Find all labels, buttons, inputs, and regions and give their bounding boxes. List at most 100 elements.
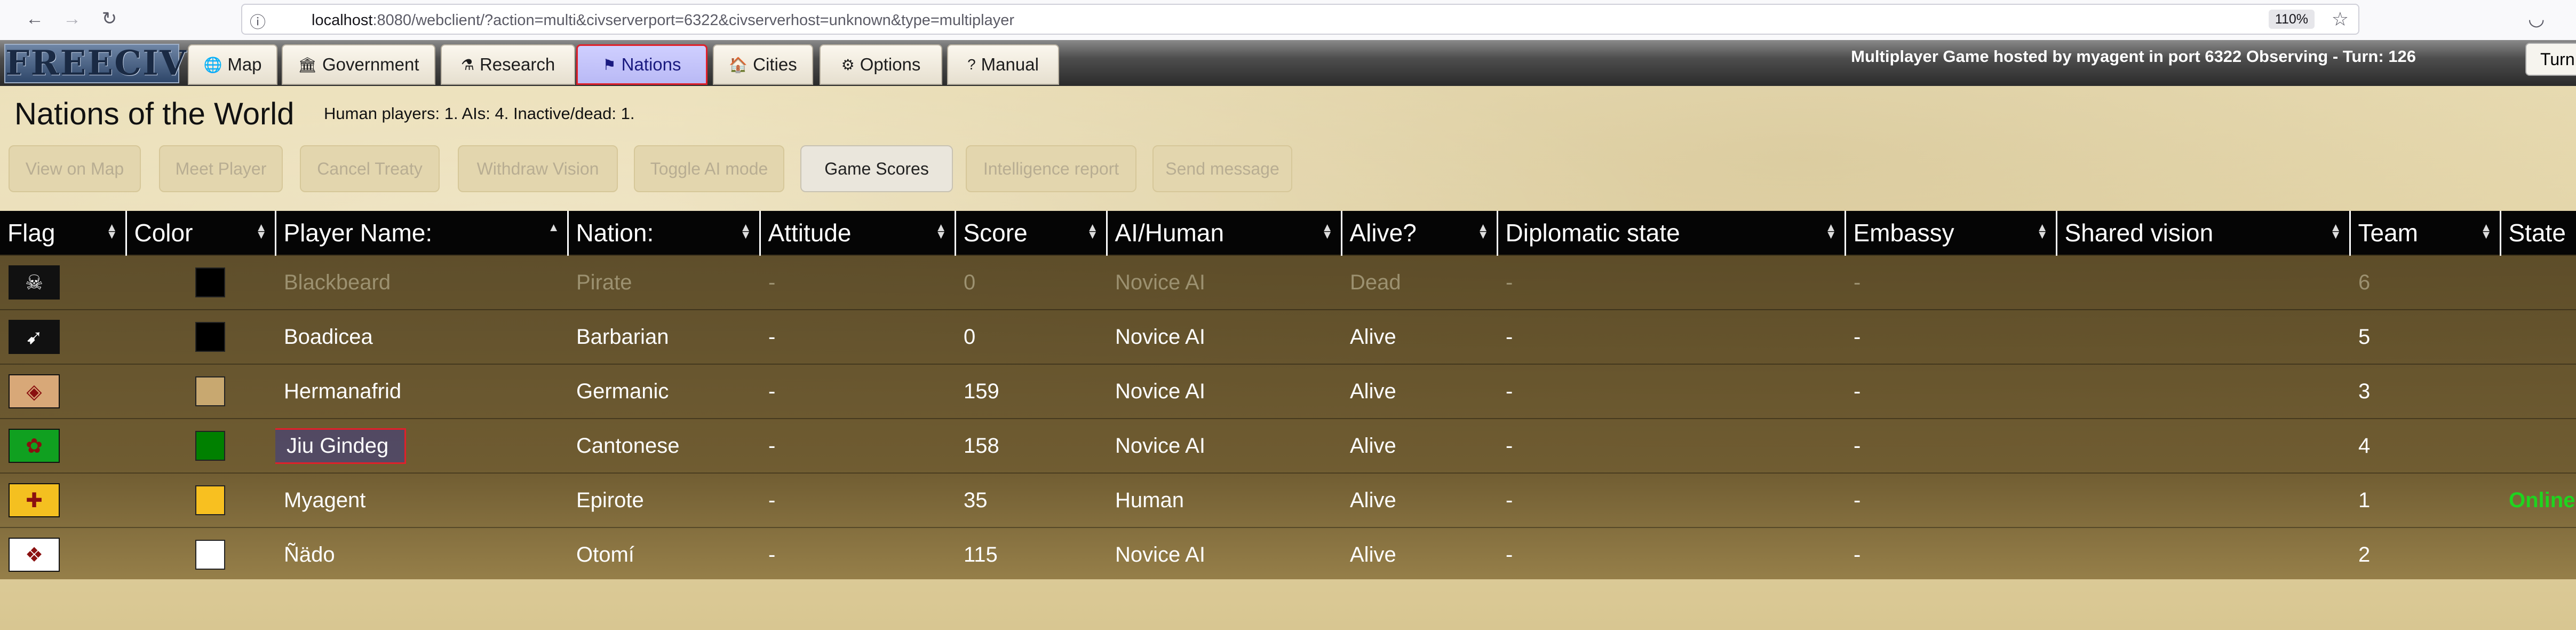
sort-arrows-icon[interactable]: ▲ ▼ — [935, 222, 947, 241]
forward-arrow-icon[interactable]: → — [59, 5, 85, 32]
player-color-swatch — [195, 540, 225, 570]
vision-cell — [2056, 255, 2350, 310]
tab-label: Research — [479, 54, 555, 74]
diplomatic-value: - — [1506, 434, 1513, 458]
pocket-icon[interactable]: ◡ — [2528, 7, 2545, 30]
attitude-value: - — [768, 542, 776, 566]
ai-cell: Novice AI — [1107, 255, 1341, 310]
tab-map[interactable]: 🌐 Map — [188, 44, 277, 85]
attitude-cell: - — [760, 364, 955, 419]
alive-value: Alive — [1350, 325, 1396, 349]
sort-arrows-icon[interactable]: ▲ ▼ — [740, 222, 752, 241]
reload-icon[interactable]: ↻ — [96, 5, 123, 32]
column-header-player-name[interactable]: Player Name: ▲ — [274, 211, 568, 255]
flag-cell: ◈ — [0, 364, 126, 419]
sort-arrows-icon[interactable]: ▲ ▼ — [1322, 222, 1333, 241]
attitude-cell: - — [760, 527, 955, 581]
player-color-swatch — [195, 485, 225, 515]
nation-row[interactable]: ✿ Jiu Gindeg Cantonese - 158 Novice AI Alive - -… — [0, 418, 2576, 473]
nation-cell: Germanic — [568, 364, 760, 419]
nation-row[interactable]: ✚ Myagent Epirote - 35 Human Alive - - 1 Online — [0, 472, 2576, 527]
nation-row[interactable]: ➹ Boadicea Barbarian - 0 Novice AI Alive - - 5 — [0, 309, 2576, 364]
column-header-score[interactable]: Score ▲ ▼ — [954, 211, 1107, 255]
tab-research[interactable]: ⚗ Research — [441, 44, 575, 85]
attitude-cell: - — [760, 418, 955, 473]
player-color-swatch — [195, 322, 225, 352]
nation-row[interactable]: ☠ Blackbeard Pirate - 0 Novice AI Dead - - 6 — [0, 255, 2576, 310]
player-name[interactable]: Jiu Gindeg — [275, 428, 407, 464]
cancel-treaty-button[interactable]: Cancel Treaty — [300, 145, 440, 192]
attitude-cell: - — [760, 255, 955, 310]
column-header-state[interactable]: State — [2499, 211, 2576, 255]
tab-nations[interactable]: ⚑ Nations — [576, 44, 707, 85]
column-header-nation[interactable]: Nation: ▲ ▼ — [567, 211, 760, 255]
diplomatic-cell: - — [1497, 364, 1845, 419]
epirote-flag-icon: ✚ — [9, 483, 60, 517]
attitude-value: - — [768, 325, 776, 349]
color-cell — [126, 472, 275, 527]
bookmark-star-icon[interactable]: ☆ — [2332, 8, 2349, 30]
player-name: Hermanafrid — [284, 379, 402, 403]
embassy-cell: - — [1845, 309, 2056, 364]
team-cell: 5 — [2350, 309, 2500, 364]
sort-arrows-icon[interactable]: ▲ ▼ — [2037, 222, 2048, 241]
tab-cities[interactable]: 🏠 Cities — [713, 44, 813, 85]
address-bar[interactable]: ⓘ localhost:8080/webclient/?action=multi… — [241, 4, 2359, 35]
column-header-flag[interactable]: Flag ▲ ▼ — [0, 211, 126, 255]
alive-value: Dead — [1350, 270, 1401, 294]
nation-row[interactable]: ❖ Ñädo Otomí - 115 Novice AI Alive - - 2 — [0, 527, 2576, 581]
back-arrow-icon[interactable]: ← — [21, 5, 48, 32]
sort-arrows-icon[interactable]: ▲ ▼ — [1477, 222, 1489, 241]
flag-cell: ☠ — [0, 255, 126, 310]
diplomatic-cell: - — [1497, 309, 1845, 364]
column-header-embassy[interactable]: Embassy ▲ ▼ — [1844, 211, 2056, 255]
sort-arrows-icon[interactable]: ▲ ▼ — [2330, 222, 2342, 241]
meet-player-button[interactable]: Meet Player — [159, 145, 283, 192]
turn-done-button[interactable]: Turn — [2525, 43, 2576, 76]
attitude-cell: - — [760, 472, 955, 527]
zoom-level[interactable]: 110% — [2268, 10, 2315, 29]
column-header-label: Shared vision — [2064, 219, 2214, 247]
sort-arrows-icon[interactable]: ▲ ▼ — [1087, 222, 1099, 241]
sort-arrows-icon[interactable]: ▲ ▼ — [256, 222, 267, 241]
player-name: Myagent — [284, 488, 366, 512]
nation-cell: Otomí — [568, 527, 760, 581]
page-info-icon[interactable]: ⓘ — [250, 9, 266, 33]
column-header-alive[interactable]: Alive? ▲ ▼ — [1340, 211, 1497, 255]
flag-cell: ❖ — [0, 527, 126, 581]
sort-arrows-icon[interactable]: ▲ — [548, 222, 560, 233]
team-cell: 3 — [2350, 364, 2500, 419]
game-scores-button[interactable]: Game Scores — [800, 145, 953, 192]
column-header-shared-vision[interactable]: Shared vision ▲ ▼ — [2055, 211, 2350, 255]
toggle-ai-mode-button[interactable]: Toggle AI mode — [634, 145, 784, 192]
ai-cell: Novice AI — [1107, 527, 1341, 581]
tab-manual[interactable]: ? Manual — [947, 44, 1059, 85]
name-cell: Jiu Gindeg — [275, 418, 568, 473]
view-on-map-button[interactable]: View on Map — [9, 145, 141, 192]
government-icon: 🏛 — [298, 56, 317, 73]
column-header-ai-human[interactable]: AI/Human ▲ ▼ — [1106, 211, 1341, 255]
team-value: 2 — [2358, 542, 2371, 566]
diplomatic-value: - — [1506, 542, 1513, 566]
column-header-label: Attitude — [768, 219, 852, 247]
url-text: localhost:8080/webclient/?action=multi&c… — [312, 12, 1015, 29]
city-icon: 🏠 — [729, 56, 748, 73]
tab-options[interactable]: ⚙ Options — [820, 44, 942, 85]
attitude-value: - — [768, 379, 776, 403]
intelligence-report-button[interactable]: Intelligence report — [966, 145, 1136, 192]
withdraw-vision-button[interactable]: Withdraw Vision — [458, 145, 618, 192]
sort-arrows-icon[interactable]: ▲ ▼ — [1825, 222, 1837, 241]
column-header-color[interactable]: Color ▲ ▼ — [125, 211, 275, 255]
tab-government[interactable]: 🏛 Government — [282, 44, 435, 85]
column-header-attitude[interactable]: Attitude ▲ ▼ — [759, 211, 955, 255]
sort-arrows-icon[interactable]: ▲ ▼ — [106, 222, 118, 241]
team-value: 6 — [2358, 270, 2371, 294]
name-cell: Hermanafrid — [275, 364, 568, 419]
name-cell: Myagent — [275, 472, 568, 527]
sort-arrows-icon[interactable]: ▲ ▼ — [2480, 222, 2492, 241]
send-message-button[interactable]: Send message — [1152, 145, 1292, 192]
embassy-cell: - — [1845, 527, 2056, 581]
column-header-diplomatic-state[interactable]: Diplomatic state ▲ ▼ — [1496, 211, 1845, 255]
nation-row[interactable]: ◈ Hermanafrid Germanic - 159 Novice AI Alive - -… — [0, 364, 2576, 419]
column-header-team[interactable]: Team ▲ ▼ — [2349, 211, 2500, 255]
